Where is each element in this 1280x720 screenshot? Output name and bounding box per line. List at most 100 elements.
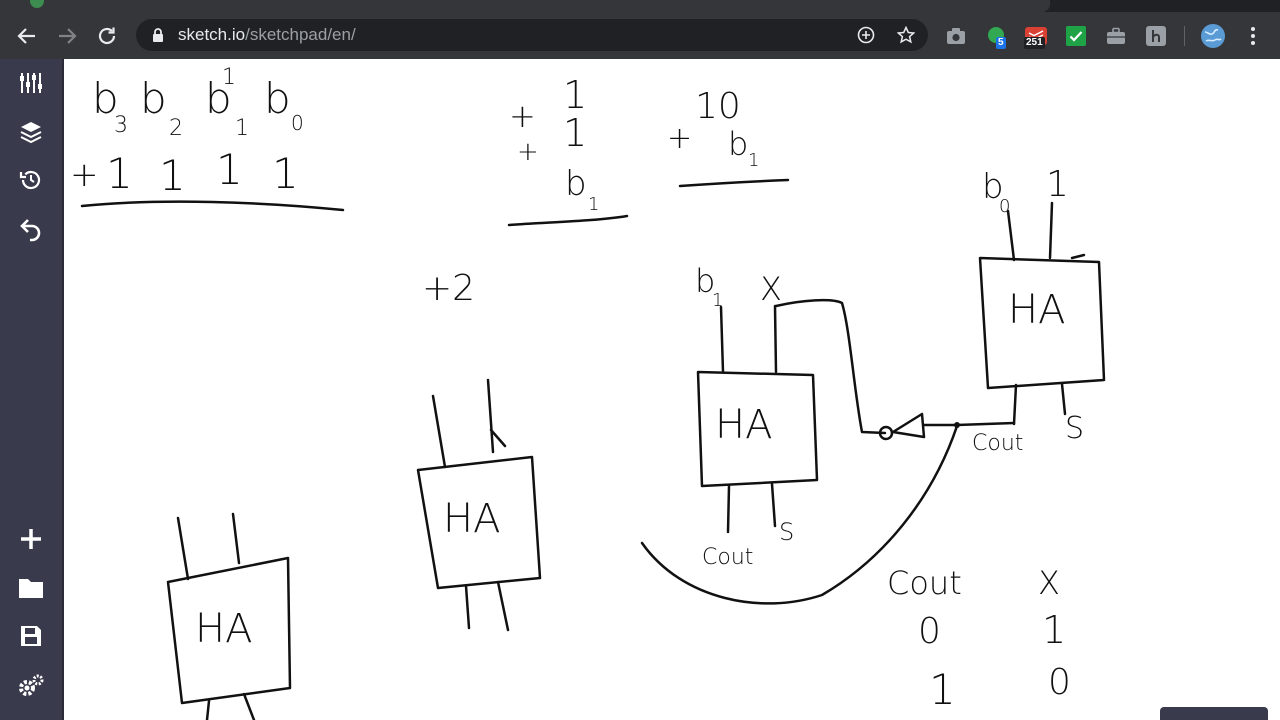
bookmark-star-button[interactable] [896, 25, 916, 45]
checkmark-extension[interactable] [1065, 25, 1087, 47]
undo-icon [20, 219, 41, 242]
save-icon [21, 626, 41, 646]
forward-icon [59, 28, 77, 44]
sketch-text: b [140, 74, 167, 123]
sketch-text: 2 [169, 116, 183, 141]
sketch-text: 3 [114, 113, 128, 138]
sketch-text: S [1065, 411, 1084, 446]
tools-icon [20, 73, 42, 93]
addition-middle: 1 + 1 + b 1 +2 [422, 73, 629, 309]
sketch-text: b [264, 74, 291, 123]
circle-extension[interactable]: 5 [985, 25, 1007, 49]
sketch-text: Cout [972, 431, 1023, 456]
star-icon [897, 26, 915, 44]
truth-cell: 0 [918, 611, 941, 652]
add-button[interactable] [15, 523, 47, 555]
back-button[interactable] [14, 23, 40, 49]
reload-icon [98, 27, 116, 45]
reload-button[interactable] [94, 23, 120, 49]
ha-label: HA [195, 606, 252, 652]
sketch-text: 1 [563, 111, 587, 155]
sketch-text: 1 [588, 194, 599, 215]
sketch-text: +2 [422, 268, 475, 309]
layers-icon [20, 122, 42, 144]
panel-toggle-tab[interactable] [1160, 707, 1268, 720]
undo-button[interactable] [15, 213, 47, 245]
checkmark-extension-icon [1066, 26, 1086, 46]
toolbar-separator [1184, 26, 1185, 46]
sketch-text: + [70, 155, 99, 195]
half-adder-bottom-left: HA [166, 512, 292, 720]
tools-button[interactable] [15, 67, 47, 99]
settings-icon [19, 674, 44, 696]
truth-table: Cout X 0 1 1 0 [887, 564, 1071, 714]
folder-icon [19, 579, 43, 598]
camera-extension[interactable] [945, 25, 967, 47]
mid-underline [507, 214, 629, 227]
ha-label: HA [715, 402, 772, 448]
h-extension-icon [1146, 26, 1166, 46]
sketch-text: 10 [695, 86, 741, 127]
active-tab[interactable] [0, 0, 1050, 12]
briefcase-extension[interactable] [1105, 25, 1127, 47]
url-text: sketch.io/sketchpad/en/ [178, 25, 356, 45]
truth-header: X [1038, 564, 1060, 602]
sketch-text: + [517, 137, 539, 167]
history-icon [19, 170, 41, 190]
browser-toolbar: sketch.io/sketchpad/en/ 5 251 [0, 12, 1280, 59]
sketch-text: b [565, 164, 587, 204]
briefcase-extension-icon [1107, 27, 1125, 44]
sketch-drawing: b 3 b 2 b 1 1 b 0 + 1 1 1 1 1 + 1 + b 1 … [70, 65, 1106, 720]
sketch-text: 1 [235, 116, 249, 141]
url-path: /sketchpad/en/ [245, 25, 356, 44]
half-adder-right: b 0 1 HA Cout S [972, 164, 1106, 456]
truth-cell: 1 [1042, 608, 1066, 652]
ha-label: HA [1008, 287, 1065, 333]
addition-binary: b 3 b 2 b 1 1 b 0 + 1 1 1 1 [70, 65, 345, 212]
todoist-extension[interactable]: 251 [1024, 25, 1047, 49]
kebab-menu-icon [1251, 27, 1255, 45]
sketch-text: Cout [702, 545, 753, 570]
camera-extension-icon [947, 28, 965, 44]
save-button[interactable] [15, 620, 47, 652]
address-bar[interactable]: sketch.io/sketchpad/en/ [136, 19, 928, 51]
sketch-canvas[interactable]: b 3 b 2 b 1 1 b 0 + 1 1 1 1 1 + 1 + b 1 … [62, 59, 1280, 720]
sketch-text: + [509, 97, 536, 135]
half-adder-middle: HA [416, 378, 542, 632]
history-button[interactable] [15, 164, 47, 196]
folder-button[interactable] [15, 572, 47, 604]
sketch-text: 1 [216, 145, 243, 194]
sketch-text: 1 [106, 149, 133, 198]
sketch-text: b [728, 125, 748, 163]
h-extension[interactable] [1145, 25, 1167, 47]
truth-header: Cout [887, 564, 962, 602]
back-icon [17, 28, 35, 44]
add-circle-button[interactable] [856, 25, 876, 45]
circle-extension-badge: 5 [996, 37, 1006, 49]
settings-button[interactable] [15, 670, 47, 702]
sketch-text: 1 [1046, 164, 1069, 205]
sketch-text: S [779, 518, 794, 546]
add-circle-icon [857, 26, 875, 44]
url-host: sketch.io [178, 25, 246, 44]
sketch-text: 0 [291, 111, 304, 135]
truth-cell: 1 [929, 665, 956, 714]
tab-favicon-icon [30, 0, 44, 8]
todoist-extension-badge: 251 [1024, 37, 1045, 49]
sketch-sidebar [0, 59, 62, 720]
profile-avatar-button[interactable] [1200, 23, 1226, 49]
sketch-text: 1 [748, 150, 759, 171]
truth-cell: 0 [1048, 662, 1071, 703]
tab-strip [0, 0, 1280, 12]
half-adder-b1-x: b 1 X HA Cout S [695, 262, 887, 570]
sketch-text: 1 [222, 65, 236, 90]
forward-button[interactable] [54, 23, 80, 49]
sketch-text: 1 [159, 151, 186, 200]
add-icon [21, 529, 41, 549]
addition-right: 10 + b 1 [667, 86, 790, 188]
right-underline [678, 178, 790, 188]
ha-label: HA [443, 496, 500, 542]
browser-menu-button[interactable] [1242, 25, 1264, 47]
sum-underline [80, 200, 345, 212]
layers-button[interactable] [15, 116, 47, 148]
